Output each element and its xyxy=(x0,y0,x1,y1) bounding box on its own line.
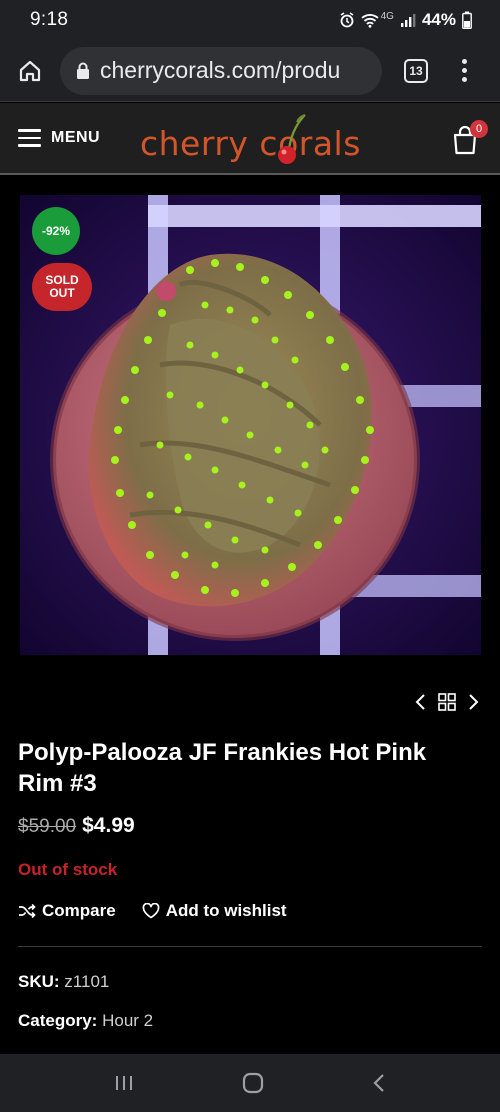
category-row: Category: Hour 2 xyxy=(18,1011,153,1031)
original-price: $59.00 xyxy=(18,816,77,837)
compare-button[interactable]: Compare xyxy=(18,901,116,921)
system-navigation-bar xyxy=(0,1054,500,1112)
product-image[interactable]: -92% SOLD OUT xyxy=(20,195,481,655)
alarm-icon xyxy=(340,12,354,28)
heart-icon xyxy=(142,903,160,919)
menu-label: MENU xyxy=(51,129,101,146)
signal-icon xyxy=(400,14,416,27)
category-link[interactable]: Hour 2 xyxy=(102,1011,153,1030)
stock-status: Out of stock xyxy=(18,860,118,879)
cherry-icon xyxy=(278,114,306,164)
logo-text: cherry corals xyxy=(140,124,361,163)
divider xyxy=(18,946,482,947)
battery-icon xyxy=(462,11,472,29)
hamburger-icon xyxy=(18,129,41,147)
address-bar[interactable]: cherrycorals.com/produ xyxy=(60,46,382,95)
network-type: 4G xyxy=(380,10,394,22)
status-time: 9:18 xyxy=(30,9,69,30)
price-row: $59.00 $4.99 xyxy=(18,814,135,838)
cart-count-badge: 0 xyxy=(470,120,488,138)
home-button[interactable] xyxy=(0,40,60,102)
product-title: Polyp-Palooza JF Frankies Hot Pink Rim #… xyxy=(18,739,427,797)
add-to-wishlist-button[interactable]: Add to wishlist xyxy=(142,901,287,921)
back-icon[interactable] xyxy=(372,1073,386,1093)
recent-apps-icon[interactable] xyxy=(114,1074,134,1092)
wifi-icon xyxy=(361,14,379,28)
sku-label: SKU: xyxy=(18,972,60,991)
product-navigation xyxy=(414,690,480,714)
site-logo[interactable]: cherry corals xyxy=(140,113,362,169)
sale-price: $4.99 xyxy=(82,814,135,837)
tab-switcher-button[interactable]: 13 xyxy=(404,58,428,83)
discount-badge: -92% xyxy=(32,207,80,255)
menu-button[interactable]: MENU xyxy=(18,129,100,147)
browser-toolbar: cherrycorals.com/produ 13 xyxy=(0,40,500,102)
sold-out-badge: SOLD OUT xyxy=(32,263,92,311)
lock-icon xyxy=(77,62,89,79)
category-label: Category: xyxy=(18,1011,98,1030)
product-actions: Compare Add to wishlist xyxy=(18,901,287,921)
wishlist-label: Add to wishlist xyxy=(165,901,287,920)
sku-row: SKU: z1101 xyxy=(18,972,109,992)
sku-value: z1101 xyxy=(64,972,110,991)
status-indicators: 4G 44% xyxy=(339,10,472,30)
home-icon xyxy=(19,60,41,81)
site-header: MENU cherry corals xyxy=(0,103,500,175)
battery-level: 44% xyxy=(421,10,456,29)
chevron-left-icon[interactable] xyxy=(414,693,426,711)
status-bar: 9:18 4G 44% xyxy=(0,0,500,40)
chevron-right-icon[interactable] xyxy=(468,693,480,711)
grid-icon[interactable] xyxy=(438,693,456,711)
url-text: cherrycorals.com/produ xyxy=(100,57,341,83)
shuffle-icon xyxy=(19,903,36,919)
kebab-menu-icon[interactable] xyxy=(454,59,474,82)
home-nav-icon[interactable] xyxy=(242,1072,264,1094)
coral-photo xyxy=(20,195,481,655)
compare-label: Compare xyxy=(42,901,116,920)
